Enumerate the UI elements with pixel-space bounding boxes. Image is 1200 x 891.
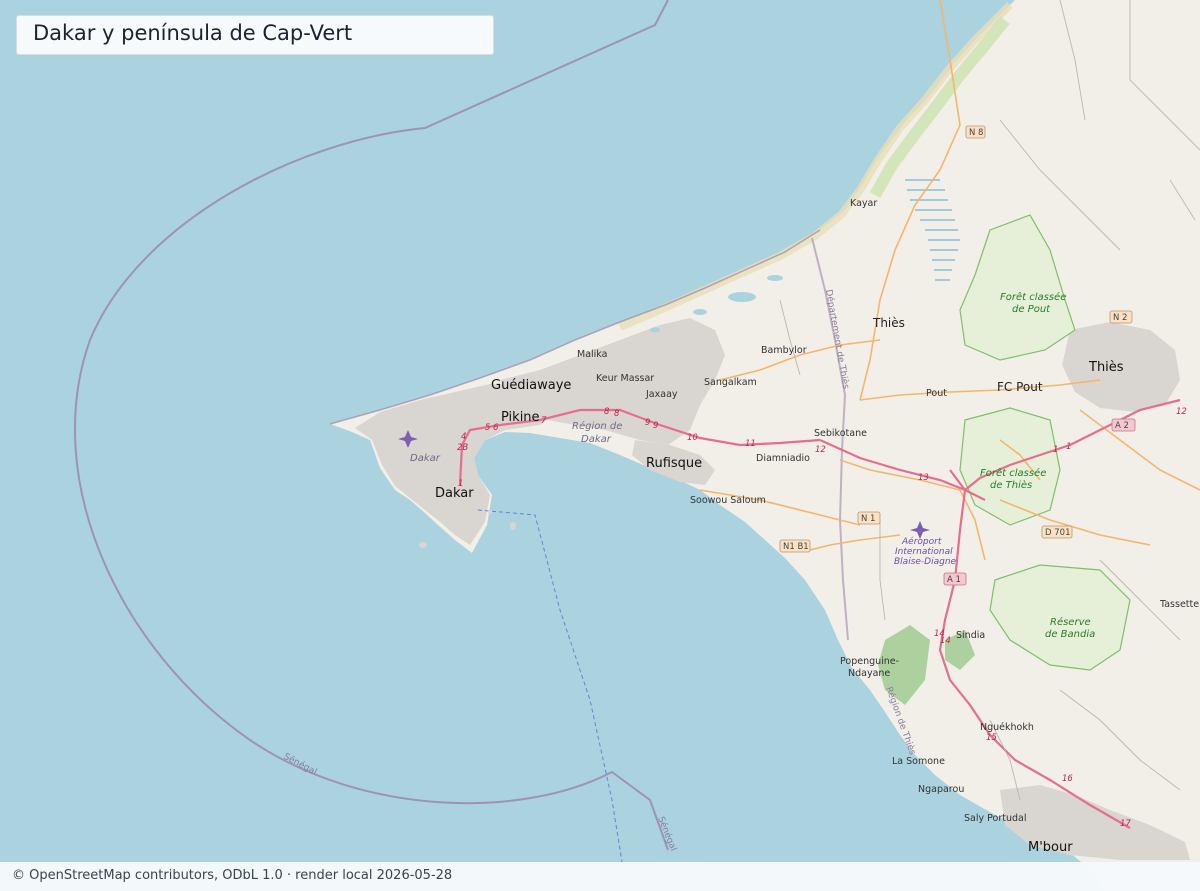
label-foret-pout-1: Forêt classée: [1000, 291, 1066, 303]
label-sindia: Sindia: [956, 630, 985, 641]
svg-text:8: 8: [604, 407, 610, 417]
svg-text:9: 9: [645, 418, 650, 428]
svg-text:A 2: A 2: [1115, 421, 1129, 431]
svg-text:N1 B1: N1 B1: [783, 542, 809, 552]
svg-text:9: 9: [653, 421, 658, 431]
svg-text:16: 16: [1062, 774, 1073, 784]
label-ngaparou: Ngaparou: [918, 784, 964, 795]
svg-text:15: 15: [986, 733, 997, 743]
svg-text:13: 13: [918, 473, 929, 483]
label-popenguine-1: Popenguine-: [840, 656, 899, 667]
svg-text:7: 7: [541, 416, 547, 426]
label-fc-pout: FC Pout: [997, 380, 1043, 394]
label-thies-dept: Thiès: [872, 316, 905, 330]
map-title-box: Dakar y península de Cap-Vert: [16, 15, 494, 55]
label-diamniadio: Diamniadio: [756, 453, 810, 464]
shield-a2: A 2: [1111, 418, 1136, 432]
svg-text:A 1: A 1: [947, 575, 961, 585]
label-airport-2: International: [895, 547, 953, 557]
label-kayar: Kayar: [850, 198, 877, 209]
svg-text:1: 1: [1066, 442, 1071, 452]
svg-text:10: 10: [687, 433, 698, 443]
svg-text:4: 4: [461, 432, 466, 442]
label-malika: Malika: [577, 349, 607, 360]
label-region-dakar-1: Région de: [572, 420, 622, 432]
svg-text:6: 6: [493, 423, 499, 433]
svg-text:5: 5: [485, 423, 490, 433]
label-la-somone: La Somone: [892, 756, 945, 767]
attribution-bar: © OpenStreetMap contributors, ODbL 1.0 ·…: [0, 862, 1200, 891]
label-region-dakar-2: Dakar: [581, 434, 612, 445]
shield-a1: A 1: [943, 572, 967, 586]
label-dakar: Dakar: [435, 486, 474, 501]
map-canvas[interactable]: Dakar Dakar Guédiawaye Pikine Malika Keu…: [0, 0, 1200, 891]
svg-text:1: 1: [1053, 445, 1058, 455]
label-pout: Pout: [926, 388, 947, 399]
label-soowou-saloum: Soowou Saloum: [690, 495, 766, 506]
shield-n8: N 8: [965, 125, 986, 139]
label-pikine: Pikine: [501, 410, 540, 425]
label-reserve-1: Réserve: [1050, 616, 1091, 628]
label-dakar-region: Dakar: [410, 453, 441, 464]
svg-text:12: 12: [1176, 407, 1187, 417]
label-popenguine-2: Ndayane: [848, 668, 890, 679]
svg-text:1: 1: [458, 479, 463, 489]
svg-text:N 8: N 8: [969, 128, 983, 138]
svg-text:8: 8: [614, 409, 620, 419]
svg-text:17: 17: [1120, 819, 1131, 829]
map-title: Dakar y península de Cap-Vert: [33, 21, 353, 45]
label-jaxaay: Jaxaay: [645, 389, 678, 400]
label-guediawaye: Guédiawaye: [491, 378, 571, 393]
label-rufisque: Rufisque: [646, 456, 702, 471]
svg-text:11: 11: [745, 439, 756, 449]
label-sangalkam: Sangalkam: [704, 377, 757, 388]
shield-d701: D 701: [1041, 525, 1073, 539]
svg-text:12: 12: [815, 445, 826, 455]
label-foret-thies-1: Forêt classée: [980, 467, 1046, 479]
label-thies-city: Thiès: [1088, 360, 1124, 375]
svg-text:N 2: N 2: [1113, 313, 1127, 323]
label-airport-3: Blaise-Diagne: [894, 557, 957, 567]
svg-text:N 1: N 1: [861, 514, 875, 524]
label-reserve-2: de Bandia: [1045, 629, 1095, 640]
shield-n1: N 1: [857, 511, 881, 525]
label-bambylor: Bambylor: [761, 345, 807, 356]
svg-text:14: 14: [940, 636, 951, 646]
label-tassette: Tassette: [1159, 599, 1199, 610]
svg-text:2B: 2B: [457, 443, 468, 453]
label-sebikotane: Sebikotane: [814, 428, 867, 439]
label-foret-pout-2: de Pout: [1012, 304, 1051, 315]
label-saly: Saly Portudal: [964, 813, 1026, 824]
label-foret-thies-2: de Thiès: [990, 479, 1032, 491]
label-keur-massar: Keur Massar: [596, 373, 654, 384]
attribution-text: © OpenStreetMap contributors, ODbL 1.0 ·…: [12, 868, 453, 883]
shield-n1b1: N1 B1: [779, 539, 811, 553]
svg-text:D 701: D 701: [1045, 528, 1070, 538]
shield-n2: N 2: [1109, 310, 1133, 324]
label-airport-1: Aéroport: [901, 536, 942, 547]
label-mbour: M'bour: [1028, 840, 1073, 855]
label-nguekhokh: Nguékhokh: [980, 722, 1034, 733]
